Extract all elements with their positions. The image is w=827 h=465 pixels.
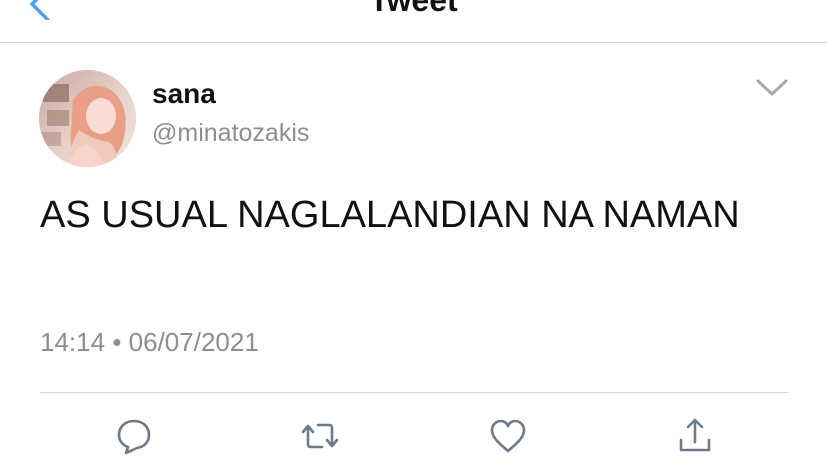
tweet-text: AS USUAL NAGLALANDIAN NA NAMAN [40, 194, 740, 236]
heart-icon [490, 419, 526, 453]
page-title: Tweet [369, 0, 458, 18]
retweet-icon [301, 423, 339, 449]
user-handle[interactable]: @minatozakis [152, 118, 309, 148]
display-name[interactable]: sana [152, 78, 216, 110]
profile-avatar-image [39, 70, 136, 167]
tweet-date: 06/07/2021 [128, 327, 259, 357]
navigation-header: Tweet [0, 0, 827, 43]
avatar[interactable] [39, 70, 136, 167]
reply-icon [117, 419, 151, 455]
tweet-timestamp: 14:14 • 06/07/2021 [40, 327, 259, 357]
chevron-down-icon [756, 79, 788, 96]
divider [40, 392, 788, 393]
share-icon [679, 418, 711, 452]
tweet-time: 14:14 [40, 327, 106, 357]
like-button[interactable] [488, 416, 528, 456]
retweet-button[interactable] [300, 416, 340, 456]
tweet-detail-screen: Tweet sana @minatozakis AS USUAL NAGLALA… [0, 0, 827, 465]
share-button[interactable] [675, 416, 715, 456]
more-options-button[interactable] [752, 72, 792, 102]
timestamp-separator: • [112, 327, 122, 357]
reply-button[interactable] [114, 416, 154, 456]
